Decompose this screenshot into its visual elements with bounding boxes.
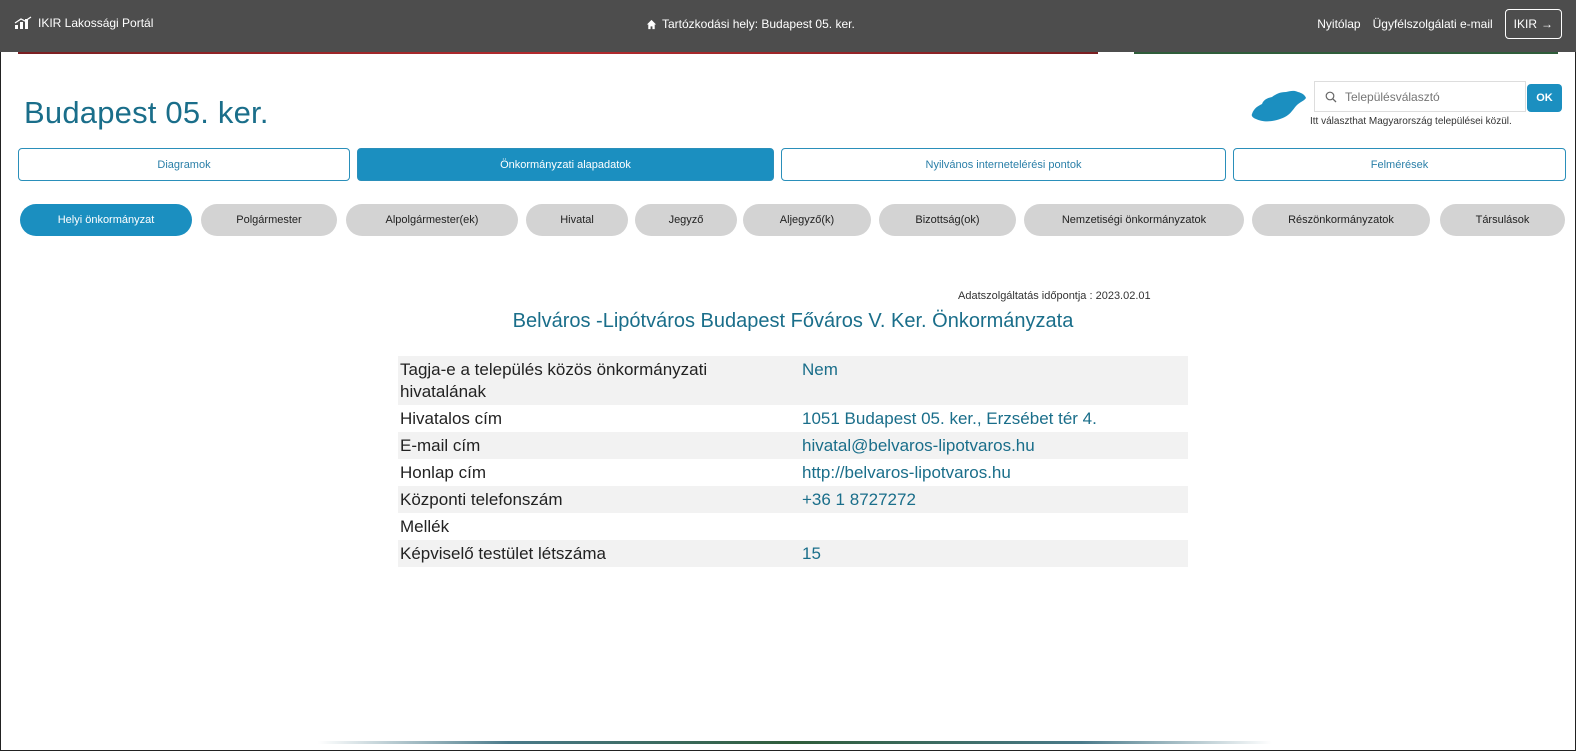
bar-chart-icon <box>14 16 32 29</box>
arrow-right-icon: → <box>1541 17 1553 31</box>
subtab-reszonkormanyzatok[interactable]: Részönkormányzatok <box>1252 204 1430 236</box>
tab-diagramok[interactable]: Diagramok <box>18 148 350 181</box>
main-tabs: Diagramok Önkormányzati alapadatok Nyilv… <box>18 148 1566 181</box>
row-label: Tagja-e a település közös önkormányzati … <box>398 356 796 405</box>
subtab-nemzetisegi[interactable]: Nemzetiségi önkormányzatok <box>1024 204 1244 236</box>
row-label: Honlap cím <box>400 463 486 482</box>
table-row: Központi telefonszám +36 1 8727272 <box>398 486 1188 513</box>
subtab-polgarmester[interactable]: Polgármester <box>201 204 337 236</box>
email-value[interactable]: hivatal@belvaros-lipotvaros.hu <box>796 432 1188 459</box>
location-indicator: Tartózkodási hely: Budapest 05. ker. <box>646 17 855 31</box>
subtab-bizottsag[interactable]: Bizottság(ok) <box>879 204 1016 236</box>
accent-line-red <box>18 52 1098 54</box>
subtab-helyi-onkormanyzat[interactable]: Helyi önkormányzat <box>20 204 192 236</box>
row-value: 1051 Budapest 05. ker., Erzsébet tér 4. <box>802 409 1097 428</box>
page-title: Budapest 05. ker. <box>24 95 269 130</box>
brand-label: IKIR Lakossági Portál <box>38 16 154 30</box>
row-label: Központi telefonszám <box>398 486 796 513</box>
tab-felmeresek[interactable]: Felmérések <box>1233 148 1566 181</box>
settlement-search <box>1314 81 1526 112</box>
row-value <box>796 513 1188 540</box>
row-value: 15 <box>796 540 1188 567</box>
subtab-aljegyzo[interactable]: Aljegyző(k) <box>743 204 871 236</box>
sub-tabs: Helyi önkormányzat Polgármester Alpolgár… <box>0 204 1576 236</box>
settlement-search-input[interactable] <box>1345 89 1505 104</box>
website-value[interactable]: http://belvaros-lipotvaros.hu <box>796 459 1188 486</box>
table-row: E-mail cím hivatal@belvaros-lipotvaros.h… <box>398 432 1188 459</box>
info-table: Tagja-e a település közös önkormányzati … <box>398 356 1188 567</box>
brand[interactable]: IKIR Lakossági Portál <box>14 16 153 30</box>
service-date: Adatszolgáltatás időpontja : 2023.02.01 <box>958 290 1151 302</box>
tab-onkormanyzati-alapadatok[interactable]: Önkormányzati alapadatok <box>357 148 774 181</box>
location-label: Tartózkodási hely: Budapest 05. ker. <box>662 17 855 31</box>
ikir-button-label: IKIR <box>1513 17 1537 31</box>
accent-line-green <box>1134 52 1558 54</box>
table-row: Mellék <box>398 513 1188 540</box>
subtab-tarsulasok[interactable]: Társulások <box>1440 204 1565 236</box>
top-bar: IKIR Lakossági Portál Tartózkodási hely:… <box>0 0 1576 52</box>
top-links: Nyitólap Ügyfélszolgálati e-mail IKIR → <box>1317 9 1562 39</box>
ikir-button[interactable]: IKIR → <box>1504 9 1562 39</box>
subtab-hivatal[interactable]: Hivatal <box>526 204 628 236</box>
row-label: Hivatalos cím <box>400 409 503 428</box>
subtab-alpolgarmester[interactable]: Alpolgármester(ek) <box>346 204 518 236</box>
search-hint: Itt választhat Magyarország települései … <box>1310 116 1512 127</box>
hungary-map-icon <box>1251 90 1306 122</box>
organization-title: Belváros -Lipótváros Budapest Főváros V.… <box>512 310 1074 332</box>
search-icon <box>1325 91 1337 102</box>
tab-internetelerezi-pontok[interactable]: Nyilvános internetelérési pontok <box>781 148 1226 181</box>
support-email-link[interactable]: Ügyfélszolgálati e-mail <box>1373 17 1493 31</box>
row-label: Képviselő testület létszáma <box>398 540 796 567</box>
row-value: Nem <box>796 356 1188 405</box>
subtab-jegyzo[interactable]: Jegyző <box>635 204 737 236</box>
search-ok-button[interactable]: OK <box>1527 84 1562 112</box>
table-row: Tagja-e a település közös önkormányzati … <box>398 356 1188 405</box>
table-row: Képviselő testület létszáma 15 <box>398 540 1188 567</box>
row-label: Mellék <box>400 517 450 536</box>
table-row: Hivatalos cím 1051 Budapest 05. ker., Er… <box>398 405 1188 432</box>
bottom-divider <box>318 741 1272 744</box>
row-value: +36 1 8727272 <box>796 486 1188 513</box>
row-label: E-mail cím <box>398 432 796 459</box>
home-link[interactable]: Nyitólap <box>1317 17 1360 31</box>
home-icon <box>646 19 657 29</box>
table-row: Honlap cím http://belvaros-lipotvaros.hu <box>398 459 1188 486</box>
